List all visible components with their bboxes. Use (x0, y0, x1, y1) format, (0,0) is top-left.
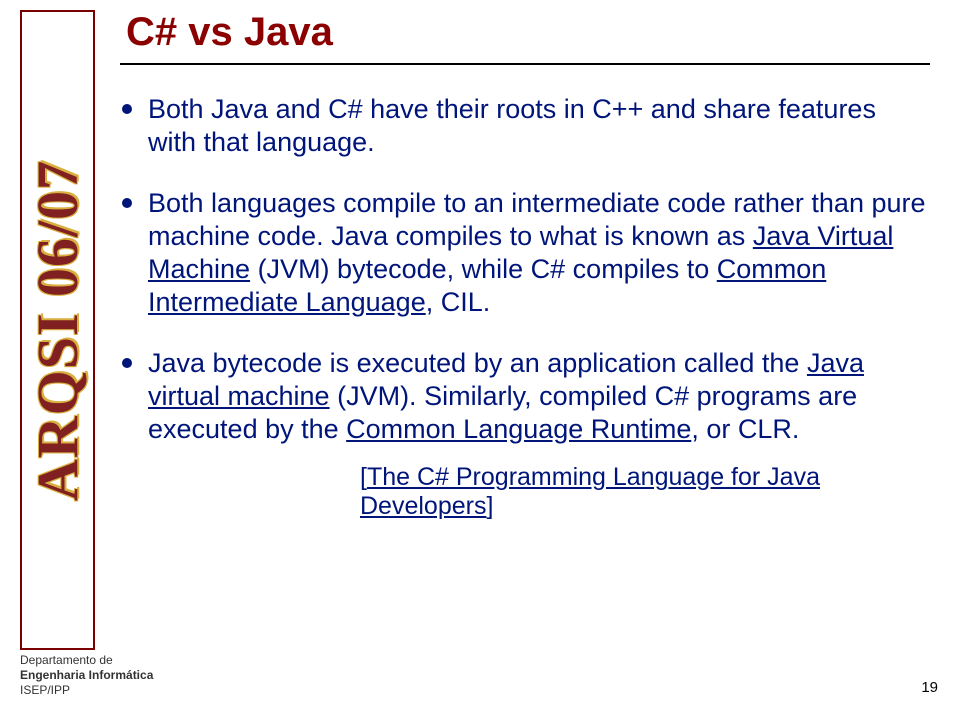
bullet-item: Both Java and C# have their roots in C++… (120, 93, 930, 159)
footer-line: ISEP/IPP (20, 683, 153, 698)
bullet-item: Java bytecode is executed by an applicat… (120, 347, 930, 446)
underline-term: Common Language Runtime (346, 414, 691, 444)
citation-link[interactable]: The C# Programming Language for Java Dev… (360, 463, 820, 520)
citation-bracket: [ (360, 463, 367, 491)
citation-bracket: ] (486, 492, 493, 520)
slide-content: C# vs Java Both Java and C# have their r… (120, 0, 930, 710)
sidebar-banner: ARQSI 06/07 (20, 10, 95, 650)
footer: Departamento de Engenharia Informática I… (20, 653, 153, 698)
citation: [The C# Programming Language for Java De… (120, 463, 930, 521)
bullet-text: , or CLR. (691, 414, 799, 444)
footer-line: Engenharia Informática (20, 668, 153, 683)
slide-title: C# vs Java (126, 10, 930, 55)
footer-line: Departamento de (20, 653, 153, 668)
bullet-item: Both languages compile to an intermediat… (120, 187, 930, 319)
bullet-text: Both Java and C# have their roots in C++… (148, 94, 876, 157)
bullet-text: (JVM) bytecode, while C# compiles to (250, 254, 717, 284)
title-rule (120, 63, 930, 65)
bullet-text: Java bytecode is executed by an applicat… (148, 348, 807, 378)
sidebar-label: ARQSI 06/07 (24, 159, 91, 500)
page-number: 19 (921, 679, 938, 696)
bullet-list: Both Java and C# have their roots in C++… (120, 93, 930, 445)
bullet-text: , CIL. (426, 287, 491, 317)
